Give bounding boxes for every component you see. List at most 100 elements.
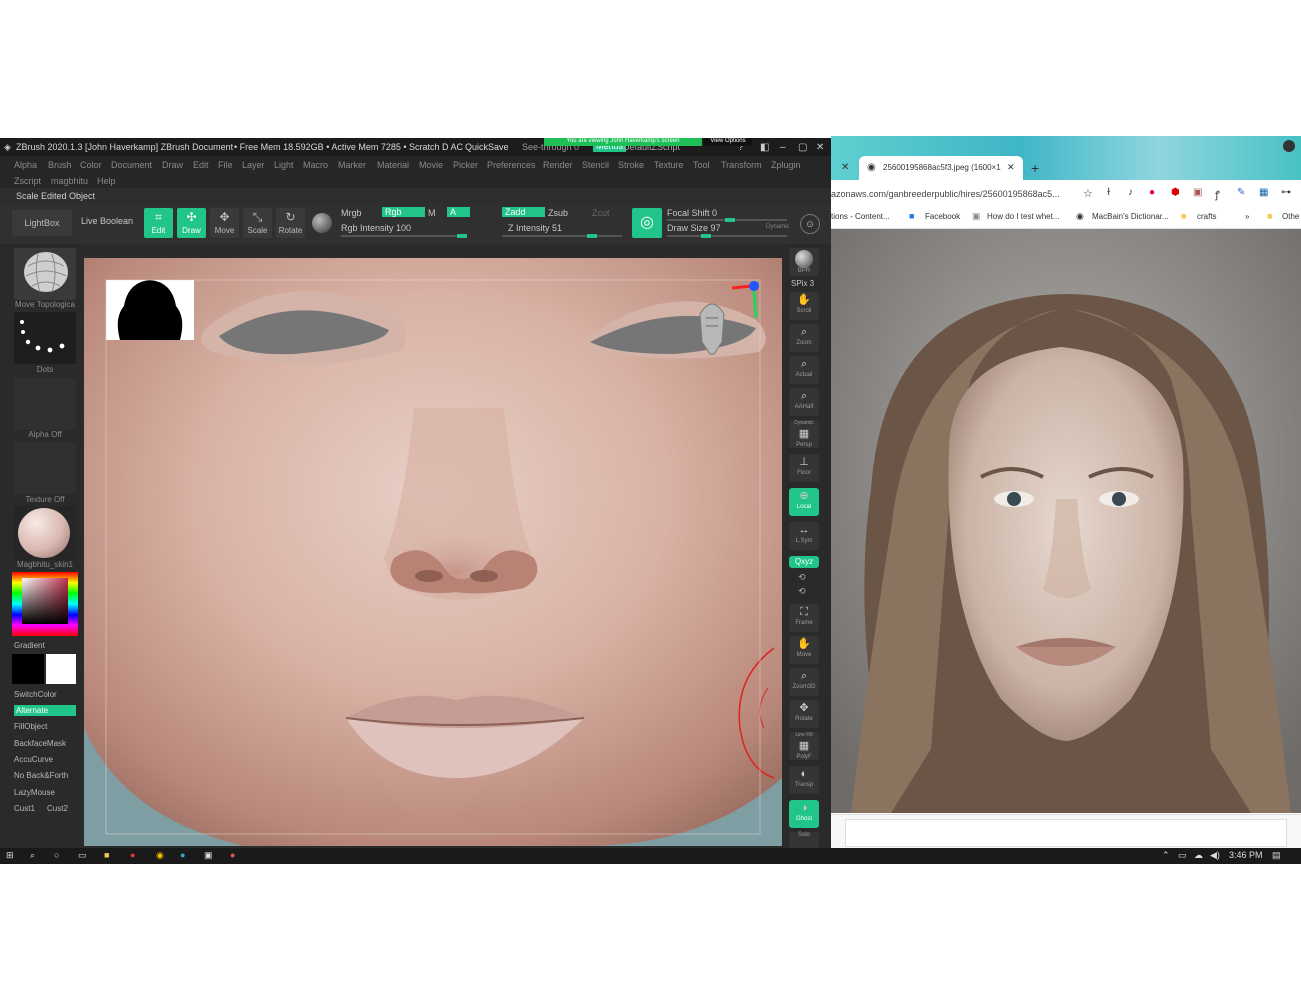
rotate-axis2-icon[interactable]: ⟲	[798, 586, 806, 597]
move-view-button[interactable]: ✋ Move	[789, 636, 819, 664]
frame-button[interactable]: ⛶ Frame	[789, 604, 819, 632]
scroll-button[interactable]: ✋ Scroll	[789, 292, 819, 320]
menu-material[interactable]: Material	[377, 160, 409, 170]
onedrive-icon[interactable]: ☁	[1194, 850, 1203, 861]
a-button[interactable]: A	[447, 207, 470, 217]
zoom-app-icon[interactable]: ●	[180, 850, 185, 860]
menu-tool[interactable]: Tool	[693, 160, 710, 170]
backfacemask-toggle[interactable]: BackfaceMask	[14, 739, 66, 748]
minimize-icon[interactable]: –	[780, 142, 786, 153]
address-bar[interactable]: azonaws.com/ganbreederpublic/hires/25600…	[831, 189, 1060, 199]
zoom3d-button[interactable]: ⌕ Zoom3D	[789, 668, 819, 696]
material-sphere-icon[interactable]	[312, 213, 332, 233]
accucurve-toggle[interactable]: AccuCurve	[14, 755, 53, 764]
cortana-icon[interactable]: ○	[54, 850, 59, 860]
menu-macro[interactable]: Macro	[303, 160, 328, 170]
bookmarks-overflow[interactable]: »	[1245, 212, 1249, 221]
persp-button[interactable]: Dynamic ▦ Persp	[789, 420, 819, 448]
zcut-button[interactable]: Zcut	[592, 208, 610, 218]
fillobject-button[interactable]: FillObject	[14, 722, 47, 731]
lazymouse-toggle[interactable]: LazyMouse	[14, 788, 55, 797]
bookmark-star-icon[interactable]: ☆	[1083, 187, 1093, 200]
menu-edit[interactable]: Edit	[193, 160, 209, 170]
menu-magbhitu[interactable]: magbhitu	[51, 176, 88, 186]
menu-texture[interactable]: Texture	[654, 160, 684, 170]
app-icon[interactable]: ●	[230, 850, 235, 860]
restore-icon[interactable]: ▢	[798, 142, 807, 153]
notifications-icon[interactable]: ▤	[1272, 850, 1281, 861]
no-back-forth-toggle[interactable]: No Back&Forth	[14, 771, 68, 780]
opera-icon[interactable]: ●	[130, 850, 135, 860]
secondary-color-swatch[interactable]	[46, 654, 76, 684]
menu-movie[interactable]: Movie	[419, 160, 443, 170]
local-button[interactable]: ⊕ Local	[789, 488, 819, 516]
draw-mode-button[interactable]: ✣ Draw	[177, 208, 206, 238]
search-icon[interactable]: ⌕	[30, 850, 35, 861]
menu-color[interactable]: Color	[80, 160, 102, 170]
bookmark-crafts[interactable]: crafts	[1197, 212, 1217, 221]
music-extension-icon[interactable]: ♪	[1128, 187, 1133, 198]
start-icon[interactable]: ⊞	[6, 850, 14, 861]
clock[interactable]: 3:46 PM	[1229, 850, 1263, 860]
extension-icon[interactable]: ɫ	[1107, 187, 1110, 198]
lightbox-button[interactable]: LightBox	[12, 210, 72, 236]
m-button[interactable]: M	[428, 208, 436, 218]
gradient-label[interactable]: Gradient	[14, 641, 45, 650]
cust2-button[interactable]: Cust2	[47, 804, 68, 813]
ghost-button[interactable]: ◑ Ghost	[789, 800, 819, 828]
z-intensity-slider[interactable]	[502, 234, 622, 238]
menu-alpha[interactable]: Alpha	[14, 160, 37, 170]
close-tab-icon[interactable]: ✕	[1007, 162, 1015, 173]
zoom-button[interactable]: ⌕ Zoom	[789, 324, 819, 352]
menu-preferences[interactable]: Preferences	[487, 160, 536, 170]
floor-button[interactable]: ⊥ Floor	[789, 454, 819, 482]
alternate-toggle[interactable]: Alternate	[14, 705, 76, 716]
move-mode-button[interactable]: ✥ Move	[210, 208, 239, 238]
pdf-extension-icon[interactable]: ▣	[1193, 187, 1202, 198]
menu-file[interactable]: File	[218, 160, 233, 170]
spix-slider[interactable]: SPix 3	[791, 279, 814, 288]
palette-icon[interactable]: ◧	[760, 142, 769, 153]
menu-zplugin[interactable]: Zplugin	[771, 160, 801, 170]
rgb-intensity-slider[interactable]	[341, 234, 467, 238]
live-boolean-button[interactable]: Live Boolean	[81, 216, 133, 226]
bookmark-macbain[interactable]: MacBain's Dictionar...	[1092, 212, 1169, 221]
texture-thumbnail[interactable]	[14, 442, 76, 494]
dynamic-label[interactable]: Dynamic	[766, 224, 789, 230]
mrgb-button[interactable]: Mrgb	[341, 208, 362, 218]
pinterest-icon[interactable]: ●	[1149, 187, 1155, 198]
bookmark-how-do-i-test[interactable]: How do I test whet...	[987, 212, 1059, 221]
rotate-axis-icon[interactable]: ⟲	[798, 572, 806, 583]
bookmark-facebook[interactable]: Facebook	[925, 212, 960, 221]
chrome-active-tab[interactable]: ◉ 25600195868ac5f3.jpeg (1600×1 ✕	[859, 156, 1023, 180]
draw-size-slider[interactable]	[667, 234, 787, 238]
file-explorer-icon[interactable]: ■	[104, 850, 109, 860]
zadd-button[interactable]: Zadd	[502, 207, 545, 217]
cursor-settings-icon[interactable]: ⊙	[800, 214, 820, 234]
new-tab-icon[interactable]: +	[1031, 160, 1039, 176]
lsym-button[interactable]: ↔ L.Sym	[789, 522, 819, 550]
menu-zscript[interactable]: Zscript	[14, 176, 41, 186]
main-color-swatch[interactable]	[12, 654, 44, 684]
bookmark-item[interactable]: tions - Content...	[831, 212, 890, 221]
volume-icon[interactable]: ◀)	[1210, 850, 1220, 861]
menu-draw[interactable]: Draw	[162, 160, 183, 170]
bpr-render-button[interactable]: BPR	[789, 248, 819, 276]
switchcolor-button[interactable]: SwitchColor	[14, 690, 57, 699]
task-view-icon[interactable]: ▭	[78, 850, 87, 861]
menu-stroke[interactable]: Stroke	[618, 160, 644, 170]
transp-button[interactable]: ◐ Transp	[789, 766, 819, 794]
actual-button[interactable]: ⌕ Actual	[789, 356, 819, 384]
quicksave-button[interactable]: QuickSave	[465, 142, 509, 152]
sculpt-canvas[interactable]	[84, 258, 782, 846]
menu-marker[interactable]: Marker	[338, 160, 366, 170]
aahalf-button[interactable]: ⌕ AAHalf	[789, 388, 819, 416]
menu-picker[interactable]: Picker	[453, 160, 478, 170]
zbrush-app-icon[interactable]: ▣	[204, 850, 213, 861]
menu-layer[interactable]: Layer	[242, 160, 265, 170]
alpha-thumbnail[interactable]	[14, 378, 76, 430]
extensions-menu-icon[interactable]: ⊶	[1281, 187, 1291, 198]
focal-shift-slider[interactable]	[667, 218, 787, 222]
menu-brush[interactable]: Brush	[48, 160, 72, 170]
bookmark-other[interactable]: Othe	[1282, 212, 1299, 221]
